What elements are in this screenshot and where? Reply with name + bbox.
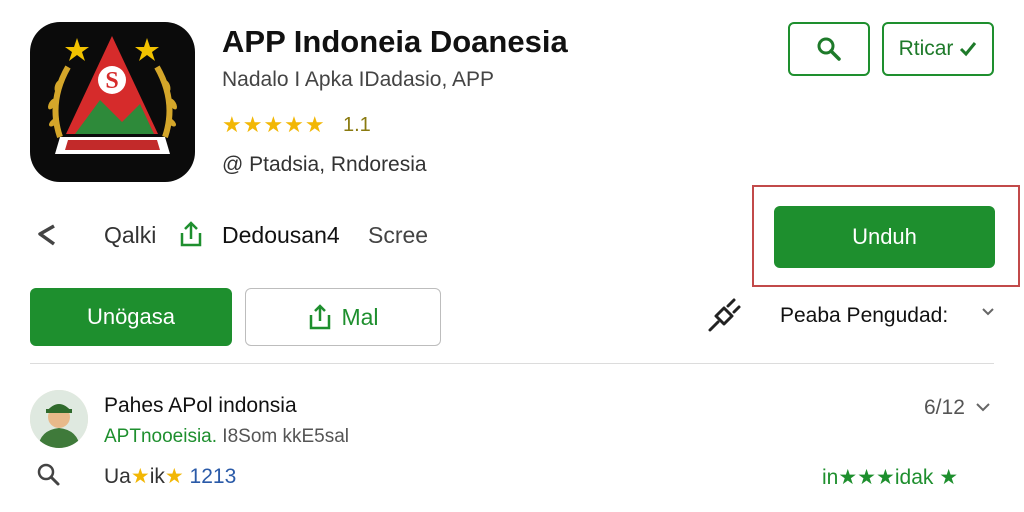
star-icon: ★	[130, 465, 150, 488]
search-icon[interactable]	[36, 462, 62, 493]
star-icon: ★★★	[838, 466, 895, 489]
primary-action-button[interactable]: Unögasa	[30, 288, 232, 346]
reviewer-source: APTnooeisia. I8Som kkE5sal	[104, 426, 349, 448]
info-dedousan: Dedousan4	[222, 222, 340, 248]
mail-label: Mal	[341, 303, 379, 330]
chevron-down-icon[interactable]	[974, 398, 992, 421]
mail-button[interactable]: Mal	[245, 288, 441, 346]
search-button[interactable]	[788, 22, 870, 76]
review-rating-left: Ua★ik★ 1213	[104, 464, 236, 489]
search-icon	[817, 37, 841, 61]
upload-icon[interactable]	[176, 219, 206, 254]
info-qalki: Qalki	[104, 222, 157, 248]
right-text-b: idak	[894, 466, 934, 489]
upload-icon	[310, 304, 331, 330]
app-title: APP Indoneia Doanesia	[222, 24, 568, 59]
check-icon	[960, 42, 977, 57]
review-text-b: ik	[149, 465, 165, 488]
reviewer-source-link[interactable]: APTnooeisia.	[104, 426, 217, 447]
reviewer-name: Pahes APol indonsia	[104, 394, 297, 417]
app-subtitle: Nadalo I Apka IDadasio, APP	[222, 68, 495, 91]
right-text-a: in	[822, 466, 839, 489]
star-icon: ★	[164, 465, 184, 488]
reviewer-source-text: I8Som kkE5sal	[217, 426, 350, 447]
chevron-down-icon[interactable]	[980, 304, 996, 325]
filter-button[interactable]: Rticar	[882, 22, 994, 76]
share-icon[interactable]	[30, 218, 64, 252]
star-icon: ★	[939, 466, 959, 489]
app-icon: S	[30, 22, 195, 182]
review-text-a: Ua	[104, 465, 131, 488]
review-number: 1213	[189, 465, 237, 488]
divider	[30, 363, 994, 364]
info-scree: Scree	[368, 222, 429, 248]
rating-stars: ★★★★★	[222, 112, 326, 137]
review-rating-right: in★★★idak ★	[822, 465, 958, 490]
svg-text:S: S	[105, 68, 118, 94]
language-selector[interactable]: Peaba Pengudad:	[780, 304, 948, 328]
filter-label: Rticar	[898, 37, 954, 60]
plug-icon[interactable]	[702, 296, 742, 341]
download-button[interactable]: Unduh	[774, 206, 995, 268]
review-count: 6/12	[924, 396, 965, 419]
developer-name[interactable]: @ Ptadsia, Rndoresia	[222, 153, 427, 177]
rating-value: 1.1	[343, 114, 371, 136]
avatar	[30, 390, 88, 448]
